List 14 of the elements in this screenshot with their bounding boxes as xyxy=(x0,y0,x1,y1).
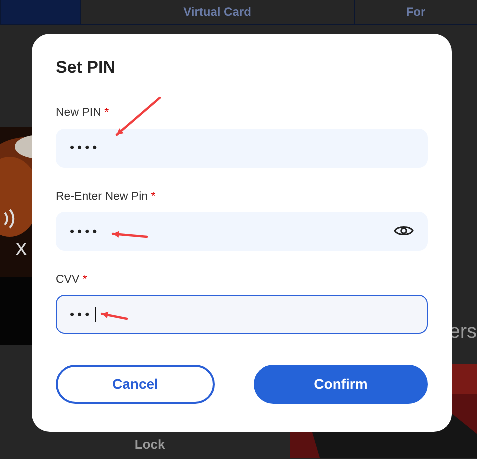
confirm-button[interactable]: Confirm xyxy=(254,365,428,404)
eye-icon[interactable] xyxy=(394,224,414,238)
field-label: Re-Enter New Pin * xyxy=(56,190,157,205)
pin-field[interactable]: •••• xyxy=(56,128,428,168)
field-label: New PIN * xyxy=(56,106,110,122)
pin-field[interactable]: ••• xyxy=(56,295,428,334)
cancel-button[interactable]: Cancel xyxy=(56,365,215,404)
dialog-title: Set PIN xyxy=(56,58,117,78)
pin-field[interactable]: •••• xyxy=(56,212,428,251)
field-label: CVV * xyxy=(56,272,88,288)
tab[interactable]: For xyxy=(354,0,477,24)
lock-label: Lock xyxy=(134,436,166,454)
tab[interactable]: Virtual Card xyxy=(80,0,354,24)
card-number: x xyxy=(16,234,27,262)
